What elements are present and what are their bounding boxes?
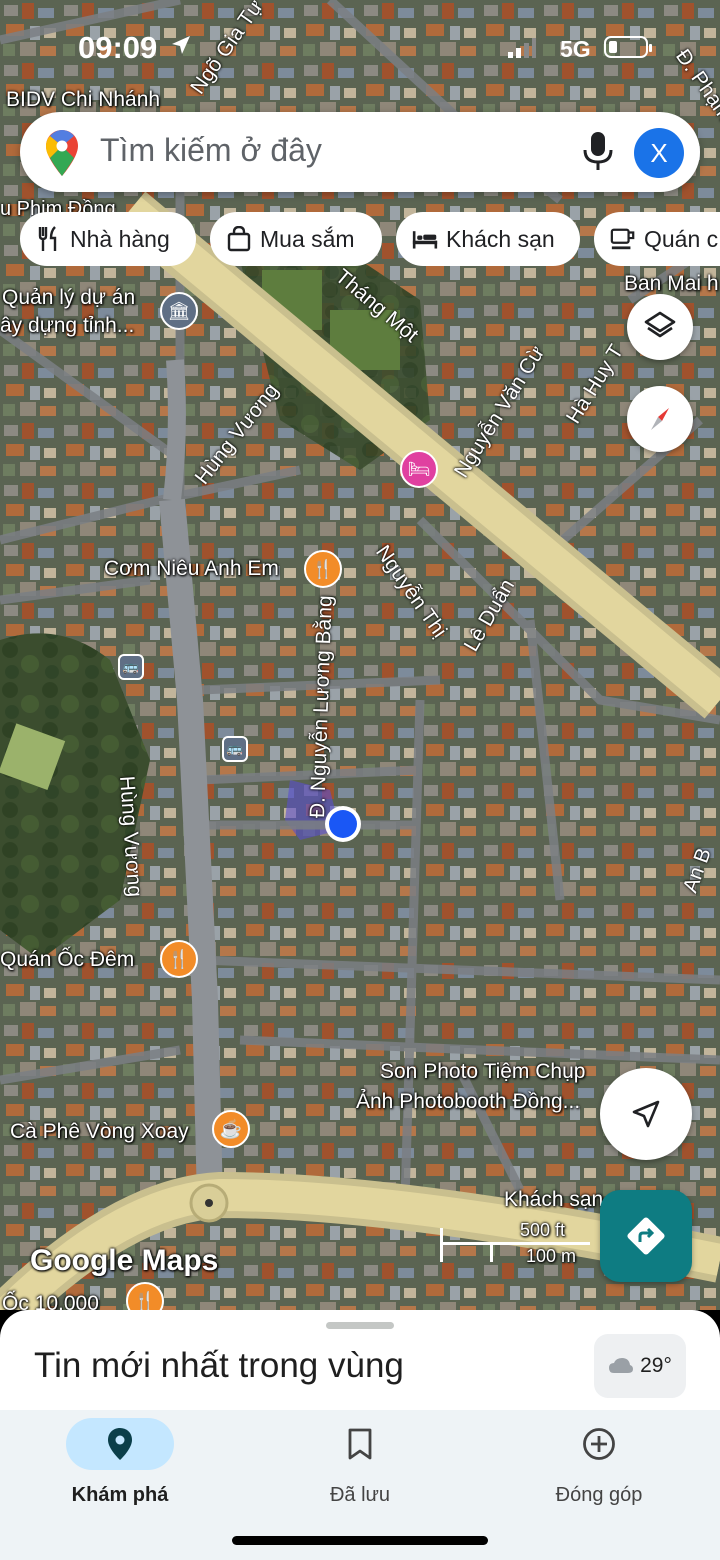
status-time: 09:09 xyxy=(78,30,158,65)
scale-bar: 500 ft 100 m xyxy=(440,1220,590,1266)
coffee-icon xyxy=(610,226,636,252)
google-maps-watermark: Google Maps xyxy=(30,1244,219,1277)
chip-label: Khách sạn xyxy=(446,225,555,252)
restaurant-icon[interactable]: 🍴 xyxy=(160,940,198,978)
bus-stop-icon[interactable]: 🚌 xyxy=(222,736,248,762)
chip-label: Nhà hàng xyxy=(70,225,170,252)
chip-cafes[interactable]: Quán c xyxy=(594,212,720,266)
chip-hotels[interactable]: Khách sạn xyxy=(396,212,580,266)
place-label[interactable]: Quán Ốc Đêm xyxy=(0,948,134,972)
bookmark-icon xyxy=(348,1428,372,1460)
explore-pin-icon xyxy=(108,1428,132,1460)
nav-label: Đóng góp xyxy=(555,1484,643,1506)
location-arrow-icon xyxy=(172,36,190,54)
cafe-icon[interactable]: ☕ xyxy=(212,1110,250,1148)
chip-label: Quán c xyxy=(644,225,719,252)
shopping-bag-icon xyxy=(226,226,252,252)
add-circle-icon xyxy=(583,1428,615,1460)
compass-button[interactable] xyxy=(627,386,693,452)
layers-icon xyxy=(644,311,676,338)
directions-icon xyxy=(627,1217,665,1255)
place-label[interactable]: Khách sạn xyxy=(504,1188,603,1212)
nav-contribute[interactable]: Đóng góp xyxy=(524,1418,674,1507)
chip-restaurants[interactable]: Nhà hàng xyxy=(20,212,196,266)
home-indicator[interactable] xyxy=(232,1536,488,1545)
my-location-button[interactable] xyxy=(600,1068,692,1160)
navigation-arrow-icon xyxy=(632,1100,660,1128)
scale-label-top: 500 ft xyxy=(520,1220,566,1240)
sheet-drag-handle[interactable] xyxy=(326,1322,394,1329)
weather-chip[interactable]: 29° xyxy=(594,1334,686,1398)
place-label[interactable]: Quản lý dự án xyxy=(2,286,135,310)
layers-button[interactable] xyxy=(627,294,693,360)
place-label[interactable]: Son Photo Tiệm Chụp xyxy=(380,1060,585,1084)
chip-label: Mua sắm xyxy=(260,225,355,252)
search-bar[interactable]: Tìm kiếm ở đây X xyxy=(20,112,700,192)
nav-saved[interactable]: Đã lưu xyxy=(285,1418,435,1507)
restaurant-icon xyxy=(36,226,62,252)
scale-label-bottom: 100 m xyxy=(526,1246,577,1266)
museum-icon[interactable]: 🏛 xyxy=(160,292,198,330)
chip-shopping[interactable]: Mua sắm xyxy=(210,212,382,266)
place-label[interactable]: Cơm Niêu Anh Em xyxy=(104,557,279,581)
sheet-title: Tin mới nhất trong vùng xyxy=(34,1346,404,1385)
place-label[interactable]: Ảnh Photobooth Đồng... xyxy=(356,1090,580,1114)
google-maps-logo-icon xyxy=(46,130,78,176)
directions-button[interactable] xyxy=(600,1190,692,1282)
nav-label: Khám phá xyxy=(71,1484,169,1506)
bus-stop-icon[interactable]: 🚌 xyxy=(118,654,144,680)
nav-active-indicator xyxy=(66,1418,174,1470)
temperature: 29° xyxy=(640,1354,672,1377)
cloud-icon xyxy=(609,1358,634,1373)
nav-label: Đã lưu xyxy=(329,1484,391,1506)
place-label[interactable]: Ốc 10.000 xyxy=(2,1292,99,1310)
network-type: 5G xyxy=(560,36,591,62)
signal-icon xyxy=(508,38,536,58)
account-avatar[interactable]: X xyxy=(634,128,684,178)
place-label[interactable]: Ban Mai h xyxy=(624,272,719,296)
bed-icon xyxy=(412,226,438,252)
hotel-icon[interactable]: 🛏 xyxy=(400,450,438,488)
place-label[interactable]: Cà Phê Vòng Xoay xyxy=(10,1120,189,1144)
restaurant-icon[interactable]: 🍴 xyxy=(304,550,342,588)
place-label[interactable]: ây dựng tỉnh... xyxy=(0,314,134,338)
bottom-sheet[interactable]: Tin mới nhất trong vùng 29° xyxy=(0,1310,720,1410)
compass-icon xyxy=(651,408,669,430)
search-input[interactable]: Tìm kiếm ở đây xyxy=(100,132,322,169)
nav-explore[interactable]: Khám phá xyxy=(45,1418,195,1507)
microphone-icon[interactable] xyxy=(580,130,616,174)
battery-icon xyxy=(604,36,652,58)
status-bar: 09:09 5G xyxy=(0,0,720,100)
